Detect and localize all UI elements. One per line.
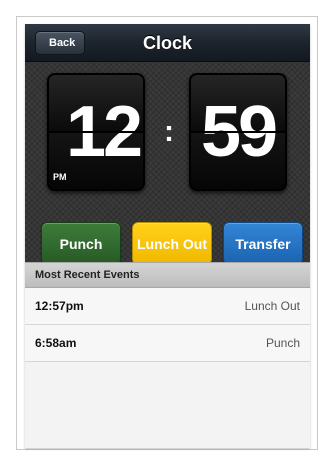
- event-time: 12:57pm: [35, 299, 84, 313]
- event-type: Punch: [265, 336, 300, 350]
- navigation-bar: Back Clock: [25, 24, 310, 62]
- minutes-display: 59: [200, 92, 278, 172]
- device-frame: Back Clock 12 PM : 59 Punch Lunch Out Tr…: [16, 16, 318, 450]
- recent-events-header: Most Recent Events: [25, 262, 310, 288]
- transfer-button[interactable]: Transfer: [223, 222, 303, 265]
- event-row[interactable]: 12:57pm Lunch Out: [25, 288, 310, 325]
- clock-panel: 12 PM : 59 Punch Lunch Out Transfer: [25, 62, 310, 265]
- event-row[interactable]: 6:58am Punch: [25, 325, 310, 362]
- events-list: 12:57pm Lunch Out 6:58am Punch: [25, 288, 310, 362]
- event-type: Lunch Out: [244, 299, 300, 313]
- event-time: 6:58am: [35, 336, 77, 350]
- lunch-out-button[interactable]: Lunch Out: [132, 222, 212, 265]
- app-screen: Back Clock 12 PM : 59 Punch Lunch Out Tr…: [25, 24, 310, 448]
- hours-display: 12: [65, 92, 143, 172]
- time-separator: :: [164, 115, 174, 148]
- punch-button[interactable]: Punch: [41, 222, 121, 265]
- hours-flip-card: 12 PM: [47, 73, 145, 191]
- ampm-indicator: PM: [53, 172, 67, 182]
- minutes-flip-card: 59: [189, 73, 287, 191]
- page-title: Clock: [142, 33, 193, 53]
